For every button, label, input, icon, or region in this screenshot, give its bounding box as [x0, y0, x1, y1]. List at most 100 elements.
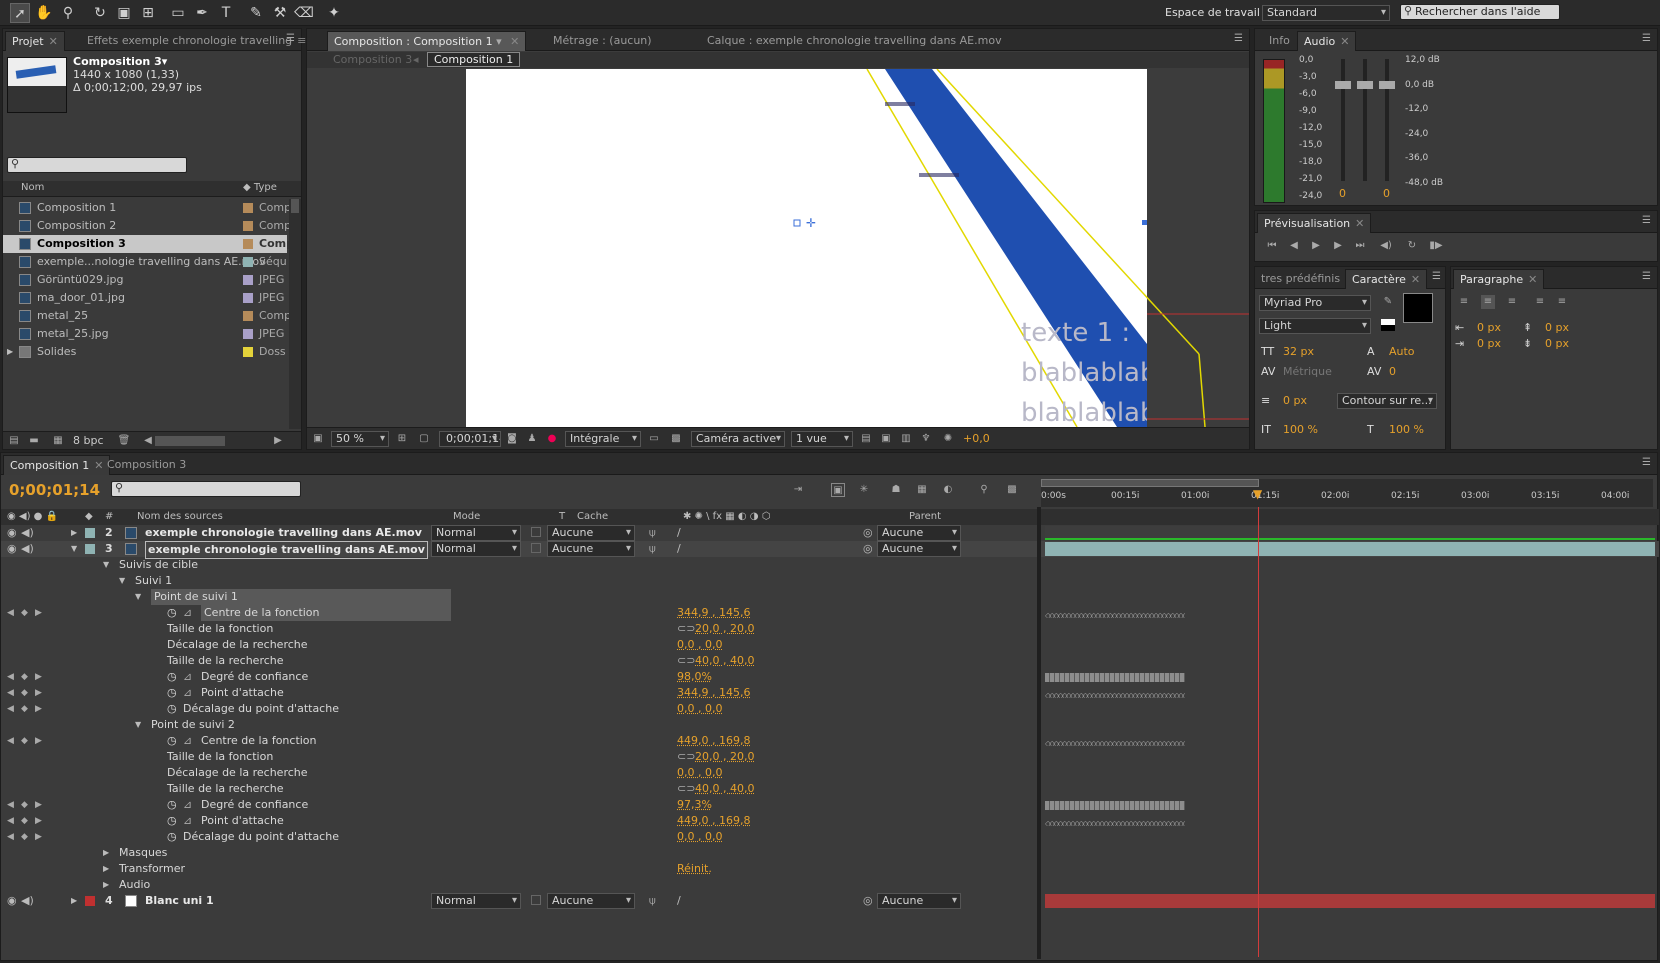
- leading-value[interactable]: Auto: [1389, 345, 1415, 358]
- region-of-interest-icon[interactable]: ▭: [647, 432, 661, 446]
- frame-blending-icon[interactable]: ▦: [915, 483, 929, 497]
- help-search-input[interactable]: ⚲ Rechercher dans l'aide: [1400, 4, 1560, 20]
- breadcrumb-comp1[interactable]: Composition 1: [427, 52, 521, 67]
- layer-label-color[interactable]: [85, 896, 95, 906]
- property-row[interactable]: Taille de la fonction ⊂⊃ 20,0 , 20,0: [1, 749, 1659, 765]
- property-row[interactable]: ▼ Suivi 1: [1, 573, 1659, 589]
- font-style-select[interactable]: Light: [1259, 318, 1371, 334]
- blend-mode-select[interactable]: Normal: [431, 541, 521, 557]
- tab-character[interactable]: Caractère ✕: [1345, 269, 1428, 289]
- stopwatch-icon[interactable]: ◷: [167, 813, 177, 829]
- twirl-icon[interactable]: ▼: [135, 717, 141, 733]
- draft-3d-icon[interactable]: ✳: [857, 483, 871, 497]
- layer-label-color[interactable]: [85, 544, 95, 554]
- next-keyframe-icon[interactable]: ▶: [35, 829, 42, 845]
- panel-menu-icon[interactable]: ☰: [1642, 457, 1651, 468]
- column-number[interactable]: #: [105, 509, 113, 525]
- justify-center-icon[interactable]: ≡: [1555, 295, 1569, 309]
- grid-icon[interactable]: ⊞: [395, 432, 409, 446]
- property-row[interactable]: ◀ ◆ ▶ ◷ ⊿ Degré de confiance 97,3%: [1, 797, 1659, 813]
- clone-stamp-tool-icon[interactable]: ⚒: [270, 3, 290, 23]
- resolution-select[interactable]: Intégrale: [565, 431, 641, 447]
- transparency-grid-icon[interactable]: ▩: [669, 432, 683, 446]
- layer-duration-bar[interactable]: [1045, 894, 1655, 908]
- list-item[interactable]: Composition 3 Comp: [3, 235, 294, 253]
- prev-keyframe-icon[interactable]: ◀: [7, 685, 14, 701]
- property-value[interactable]: 40,0 , 40,0: [695, 653, 754, 669]
- scroll-left-icon[interactable]: ◀: [141, 434, 155, 448]
- zoom-select[interactable]: 50 %: [331, 431, 389, 447]
- stopwatch-icon[interactable]: ◷: [167, 685, 177, 701]
- twirl-icon[interactable]: ▶: [71, 525, 77, 541]
- track-matte-select[interactable]: Aucune: [547, 541, 635, 557]
- snapshot-icon[interactable]: ◙: [505, 432, 519, 446]
- link-icon[interactable]: ⊂⊃: [677, 653, 695, 669]
- playhead-line[interactable]: [1258, 507, 1259, 957]
- views-select[interactable]: 1 vue: [791, 431, 853, 447]
- next-keyframe-icon[interactable]: ▶: [35, 669, 42, 685]
- stopwatch-icon[interactable]: ◷: [167, 733, 177, 749]
- graph-icon[interactable]: ⊿: [183, 733, 192, 749]
- camera-select[interactable]: Caméra active: [691, 431, 785, 447]
- layer-name[interactable]: exemple chronologie travelling dans AE.m…: [145, 525, 422, 541]
- property-row[interactable]: Décalage de la recherche 0,0 , 0,0: [1, 637, 1659, 653]
- list-item[interactable]: metal_25.jpg JPEG: [3, 325, 287, 343]
- column-mode[interactable]: Mode: [453, 509, 480, 525]
- puppet-tool-icon[interactable]: ✦: [324, 3, 344, 23]
- label-color-swatch[interactable]: [243, 311, 253, 321]
- quality-switch-icon[interactable]: /: [677, 541, 681, 557]
- property-value[interactable]: 0,0 , 0,0: [677, 765, 722, 781]
- parent-select[interactable]: Aucune: [877, 893, 961, 909]
- add-keyframe-icon[interactable]: ◆: [21, 701, 28, 717]
- prev-keyframe-icon[interactable]: ◀: [7, 733, 14, 749]
- graph-icon[interactable]: ⊿: [183, 685, 192, 701]
- add-keyframe-icon[interactable]: ◆: [21, 733, 28, 749]
- property-value[interactable]: 449,0 , 169,8: [677, 733, 750, 749]
- visibility-icon[interactable]: ◉: [7, 541, 17, 557]
- time-ruler[interactable]: 0:00s 00:15i 01:00i 01:15i 02:00i 02:15i 03:00…: [1041, 479, 1653, 507]
- space-before-value[interactable]: 0 px: [1545, 321, 1569, 334]
- column-t[interactable]: T: [559, 509, 565, 525]
- property-row[interactable]: ▶ Transformer Réinit.: [1, 861, 1659, 877]
- layer-duration-bar[interactable]: [1045, 542, 1655, 556]
- toggle-pixel-aspect-icon[interactable]: ▤: [859, 432, 873, 446]
- show-snapshot-icon[interactable]: ♟: [525, 432, 539, 446]
- stopwatch-icon[interactable]: ◷: [167, 797, 177, 813]
- keyframe-track[interactable]: ◇◇◇◇◇◇◇◇◇◇◇◇◇◇◇◇◇◇◇◇◇◇◇◇◇◇◇◇◇◇◇◇◇◇◇◇◇◇◇◇: [1045, 608, 1185, 618]
- prev-keyframe-icon[interactable]: ◀: [7, 605, 14, 621]
- mask-visibility-icon[interactable]: ▢: [417, 432, 431, 446]
- next-keyframe-icon[interactable]: ▶: [35, 701, 42, 717]
- selection-tool-icon[interactable]: ➚: [10, 3, 30, 23]
- panel-menu-icon[interactable]: ☰: [1642, 271, 1651, 282]
- hand-tool-icon[interactable]: ✋: [34, 3, 54, 23]
- pan-behind-tool-icon[interactable]: ⊞: [138, 3, 158, 23]
- property-value[interactable]: 40,0 , 40,0: [695, 781, 754, 797]
- list-item[interactable]: Görüntü029.jpg JPEG: [3, 271, 287, 289]
- property-value[interactable]: 344,9 , 145,6: [677, 685, 750, 701]
- add-keyframe-icon[interactable]: ◆: [21, 813, 28, 829]
- visibility-icon[interactable]: ◉: [7, 525, 17, 541]
- graph-icon[interactable]: ⊿: [183, 797, 192, 813]
- preserve-transparency-checkbox[interactable]: [531, 527, 541, 537]
- camera-tool-icon[interactable]: ▣: [114, 3, 134, 23]
- pen-tool-icon[interactable]: ✒: [192, 3, 212, 23]
- audio-toggle-icon[interactable]: ◀): [21, 541, 34, 557]
- pickwhip-icon[interactable]: ◎: [863, 525, 873, 541]
- eyedropper-icon[interactable]: ✎: [1381, 295, 1395, 309]
- tab-effects[interactable]: Effets exemple chronologie travelling ≡: [81, 31, 312, 51]
- tab-project[interactable]: Projet ✕: [5, 31, 65, 51]
- next-keyframe-icon[interactable]: ▶: [35, 605, 42, 621]
- loop-icon[interactable]: ↻: [1405, 239, 1419, 253]
- keyframe-track[interactable]: [1045, 801, 1185, 810]
- scroll-right-icon[interactable]: ▶: [271, 434, 285, 448]
- next-frame-icon[interactable]: ▶: [1331, 239, 1345, 253]
- link-icon[interactable]: ⊂⊃: [677, 749, 695, 765]
- horizontal-scale-value[interactable]: 100 %: [1389, 423, 1424, 436]
- column-trkmat[interactable]: Cache: [577, 509, 608, 525]
- stopwatch-icon[interactable]: ◷: [167, 701, 177, 717]
- eraser-tool-icon[interactable]: ⌫: [294, 3, 314, 23]
- visibility-icon[interactable]: ◉: [7, 893, 17, 909]
- add-keyframe-icon[interactable]: ◆: [21, 669, 28, 685]
- composition-mini-flowchart-icon[interactable]: ⇥: [791, 483, 805, 497]
- property-row[interactable]: ◀ ◆ ▶ ◷ ⊿ Centre de la fonction 344,9 , 145,6 ◇…: [1, 605, 1659, 621]
